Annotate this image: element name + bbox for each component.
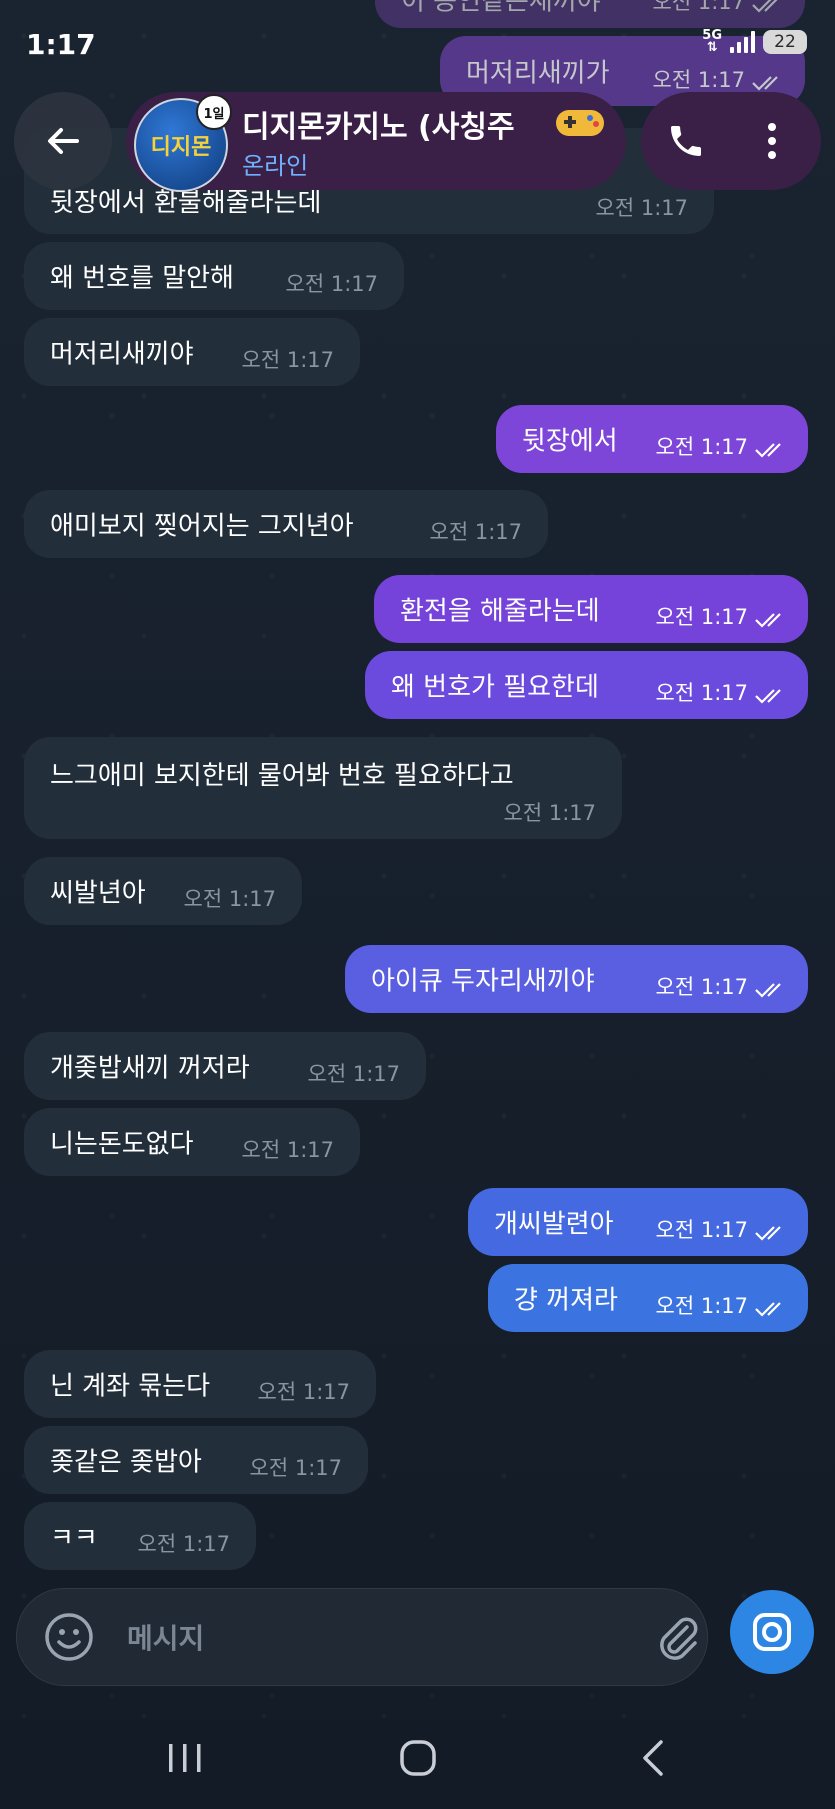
message-bubble[interactable]: ㅋㅋ 오전 1:17 [24, 1502, 256, 1570]
message-bubble[interactable]: 좆같은 좆밥아 오전 1:17 [24, 1426, 368, 1494]
emoji-icon[interactable] [43, 1611, 95, 1663]
message-text: 개씨발련아 [494, 1209, 614, 1240]
message-bubble[interactable]: 애미보지 찢어지는 그지년아 오전 1:17 [24, 490, 548, 558]
message-bubble[interactable]: 개좆밥새끼 꺼저라 오전 1:17 [24, 1032, 426, 1100]
message-bubble[interactable]: 아이큐 두자리새끼야 오전 1:17 [345, 945, 808, 1013]
message-list[interactable]: 이 용인같은새끼야 오전 1:17 머저리새끼가 오전 1:17 뒷장에서 환불… [0, 0, 835, 1809]
double-check-icon [755, 1226, 781, 1241]
message-time: 오전 1:17 [503, 801, 596, 825]
network-label: 5G [702, 28, 722, 43]
message-time: 오전 1:17 [655, 975, 748, 999]
message-text: ㅋㅋ [50, 1523, 98, 1554]
message-text: 왜 번호가 필요한데 [391, 672, 599, 703]
story-badge: 1일 [196, 94, 232, 130]
phone-icon [671, 126, 701, 156]
system-nav-bar [0, 1710, 835, 1809]
status-icons: 5G ⇅ 22 [702, 28, 807, 55]
recent-apps-button[interactable] [150, 1728, 220, 1788]
more-button[interactable] [747, 116, 797, 166]
chat-status: 온라인 [242, 152, 309, 180]
message-time: 오전 1:17 [257, 1380, 350, 1404]
call-button[interactable] [661, 116, 711, 166]
message-time: 오전 1:17 [655, 681, 748, 705]
message-text: 뒷장에서 [522, 426, 618, 457]
header-actions [641, 92, 821, 190]
back-button[interactable] [14, 92, 112, 190]
message-input[interactable] [125, 1611, 549, 1665]
chat-info[interactable]: 디지몬 1일 디지몬카지노 (사칭주 온라인 [126, 92, 626, 192]
home-button[interactable] [383, 1728, 453, 1788]
network-icon: 5G ⇅ [702, 28, 722, 55]
message-bubble[interactable]: 왜 번호가 필요한데 오전 1:17 [365, 651, 808, 719]
status-time: 1:17 [26, 28, 96, 61]
recent-apps-icon [169, 1744, 201, 1772]
message-time: 오전 1:17 [655, 1294, 748, 1318]
message-text: 씨발년아 [50, 878, 146, 909]
chat-title: 디지몬카지노 (사칭주 [242, 110, 515, 145]
chat-header: 디지몬 1일 디지몬카지노 (사칭주 온라인 [0, 92, 835, 192]
message-text: 좆같은 좆밥아 [50, 1447, 202, 1478]
message-bubble[interactable]: 개씨발련아 오전 1:17 [468, 1188, 808, 1256]
message-time: 오전 1:17 [137, 1532, 230, 1556]
paperclip-icon[interactable] [653, 1613, 703, 1663]
message-text: 닌 계좌 묶는다 [50, 1371, 211, 1402]
home-icon [400, 1740, 436, 1776]
message-bubble[interactable]: 닌 계좌 묶는다 오전 1:17 [24, 1350, 376, 1418]
message-bubble[interactable]: 니는돈도없다 오전 1:17 [24, 1108, 360, 1176]
message-time: 오전 1:17 [241, 348, 334, 372]
double-check-icon [755, 983, 781, 998]
message-text: 왜 번호를 말안해 [50, 263, 234, 294]
message-text: 니는돈도없다 [50, 1129, 194, 1160]
message-text: 애미보지 찢어지는 그지년아 [50, 511, 354, 542]
status-bar: 1:17 5G ⇅ 22 [0, 0, 835, 90]
message-time: 오전 1:17 [429, 520, 522, 544]
battery-level: 22 [774, 32, 796, 52]
message-bubble[interactable]: 뒷장에서 오전 1:17 [496, 405, 808, 473]
message-time: 오전 1:17 [307, 1062, 400, 1086]
message-bubble[interactable]: 걍 꺼져라 오전 1:17 [488, 1264, 808, 1332]
message-bubble[interactable]: 환전을 해줄라는데 오전 1:17 [374, 575, 808, 643]
message-time: 오전 1:17 [249, 1456, 342, 1480]
camera-icon [753, 1613, 791, 1651]
chevron-left-icon [643, 1740, 663, 1776]
message-time: 오전 1:17 [285, 272, 378, 296]
message-time: 오전 1:17 [655, 1218, 748, 1242]
message-text: 느그애미 보지한테 물어봐 번호 필요하다고 [50, 761, 514, 791]
badge-label: 1일 [203, 106, 225, 122]
gamepad-icon [556, 110, 604, 136]
message-text: 개좆밥새끼 꺼저라 [50, 1053, 250, 1084]
message-bubble[interactable]: 왜 번호를 말안해 오전 1:17 [24, 242, 404, 310]
message-text: 아이큐 두자리새끼야 [371, 966, 595, 997]
message-text: 머저리새끼야 [50, 339, 194, 370]
nav-back-button[interactable] [618, 1728, 688, 1788]
double-check-icon [755, 613, 781, 628]
more-vertical-icon [768, 123, 776, 159]
message-composer [16, 1588, 708, 1686]
message-time: 오전 1:17 [595, 196, 688, 220]
battery-icon: 22 [763, 30, 807, 54]
arrow-left-icon [48, 128, 79, 154]
message-time: 오전 1:17 [655, 605, 748, 629]
message-time: 오전 1:17 [241, 1138, 334, 1162]
double-check-icon [755, 443, 781, 458]
message-bubble[interactable]: 느그애미 보지한테 물어봐 번호 필요하다고 오전 1:17 [24, 737, 622, 839]
message-text: 걍 꺼져라 [514, 1285, 618, 1316]
message-bubble[interactable]: 머저리새끼야 오전 1:17 [24, 318, 360, 386]
message-bubble[interactable]: 씨발년아 오전 1:17 [24, 857, 302, 925]
double-check-icon [755, 689, 781, 704]
message-text: 환전을 해줄라는데 [400, 596, 600, 627]
camera-button[interactable] [730, 1590, 814, 1674]
avatar-text: 디지몬 [150, 135, 212, 160]
message-time: 오전 1:17 [183, 887, 276, 911]
message-time: 오전 1:17 [655, 435, 748, 459]
double-check-icon [755, 1302, 781, 1317]
signal-icon [730, 31, 755, 53]
